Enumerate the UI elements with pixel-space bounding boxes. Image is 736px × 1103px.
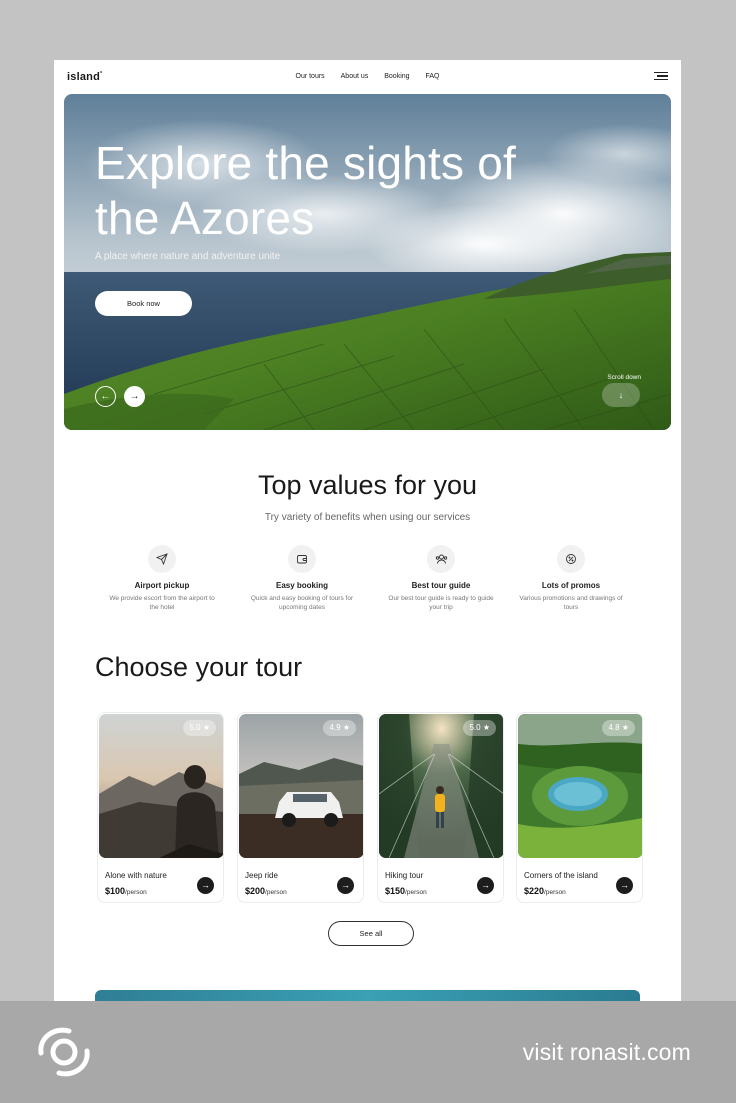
scroll-down-label: Scroll down [607, 374, 641, 381]
value-title: Best tour guide [411, 581, 471, 590]
rating-badge: 5.0 ★ [183, 720, 216, 736]
next-section-banner [95, 990, 640, 1001]
tour-card[interactable]: 4.9 ★ Jeep ride $200/person → [237, 712, 364, 903]
percent-badge-icon [557, 545, 585, 573]
hero-banner: Explore the sights of the Azores A place… [64, 94, 671, 430]
tour-price: $220/person [524, 886, 566, 896]
visit-link[interactable]: visit ronasit.com [523, 1039, 691, 1066]
rating-value: 5.0 [189, 723, 201, 732]
rating-value: 5.0 [469, 723, 481, 732]
rating-badge: 4.9 ★ [323, 720, 356, 736]
landing-page: island° Our tours About us Booking FAQ E… [54, 60, 681, 1001]
price-value: $200 [245, 886, 266, 896]
arrow-right-icon[interactable]: → [197, 877, 214, 894]
nav-about-us[interactable]: About us [341, 73, 369, 80]
values-subtitle: Try variety of benefits when using our s… [264, 512, 471, 523]
price-value: $150 [385, 886, 406, 896]
tour-price: $100/person [105, 886, 147, 896]
value-desc: Quick and easy booking of tours for upco… [250, 595, 354, 611]
rating-badge: 5.0 ★ [463, 720, 496, 736]
tour-price: $150/person [385, 886, 427, 896]
tours-title: Choose your tour [95, 652, 303, 682]
paper-plane-icon [148, 545, 176, 573]
nav-our-tours[interactable]: Our tours [296, 73, 325, 80]
price-unit: person [126, 889, 147, 896]
rating-badge: 4.8 ★ [602, 720, 635, 736]
see-all-button[interactable]: See all [328, 921, 414, 946]
ronasit-logo-icon [38, 1027, 90, 1077]
arrow-right-icon[interactable]: → [337, 877, 354, 894]
tour-card[interactable]: 5.0 ★ Hiking tour $150/person → [377, 712, 504, 903]
users-icon [427, 545, 455, 573]
arrow-left-icon[interactable]: ← [95, 386, 116, 407]
value-item: Lots of promos Various promotions and dr… [511, 545, 631, 612]
hero-title: Explore the sights of the Azores [95, 137, 516, 244]
value-desc: Our best tour guide is ready to guide yo… [388, 595, 494, 611]
price-value: $220 [524, 886, 545, 896]
tour-name: Alone with nature [105, 871, 167, 880]
wallet-icon [288, 545, 316, 573]
rating-value: 4.8 [608, 723, 620, 732]
price-value: $100 [105, 886, 126, 896]
tour-card[interactable]: 5.0 ★ Alone with nature $100/person → [97, 712, 224, 903]
arrow-right-icon[interactable]: → [477, 877, 494, 894]
values-title: Top values for you [257, 470, 478, 500]
nav-faq[interactable]: FAQ [425, 73, 439, 80]
price-unit: person [545, 889, 566, 896]
value-item: Best tour guide Our best tour guide is r… [381, 545, 501, 612]
price-unit: person [406, 889, 427, 896]
value-title: Airport pickup [134, 581, 190, 590]
nav-booking[interactable]: Booking [384, 73, 409, 80]
star-icon: ★ [202, 723, 210, 732]
star-icon: ★ [482, 723, 490, 732]
rating-value: 4.9 [329, 723, 341, 732]
value-item: Airport pickup We provide escort from th… [102, 545, 222, 612]
value-desc: We provide escort from the airport to th… [109, 595, 215, 611]
hero-subtitle: A place where nature and adventure unite [95, 251, 281, 262]
value-item: Easy booking Quick and easy booking of t… [242, 545, 362, 612]
main-nav: Our tours About us Booking FAQ [54, 73, 681, 80]
price-unit: person [266, 889, 287, 896]
book-now-button[interactable]: Book now [95, 291, 192, 316]
arrow-right-icon[interactable]: → [616, 877, 633, 894]
tour-card[interactable]: 4.8 ★ Corners of the island $220/person … [516, 712, 643, 903]
menu-icon[interactable] [654, 72, 668, 82]
star-icon: ★ [621, 723, 629, 732]
scroll-down-button[interactable]: ↓ [602, 383, 640, 407]
tour-name: Jeep ride [245, 871, 278, 880]
star-icon: ★ [342, 723, 350, 732]
tour-name: Hiking tour [385, 871, 424, 880]
value-title: Lots of promos [541, 581, 601, 590]
tour-name: Corners of the island [524, 871, 598, 880]
tour-price: $200/person [245, 886, 287, 896]
footer-watermark: visit ronasit.com [0, 1001, 736, 1103]
value-desc: Various promotions and drawings of tours [519, 595, 623, 611]
value-title: Easy booking [275, 581, 328, 590]
arrow-right-icon[interactable]: → [124, 386, 145, 407]
